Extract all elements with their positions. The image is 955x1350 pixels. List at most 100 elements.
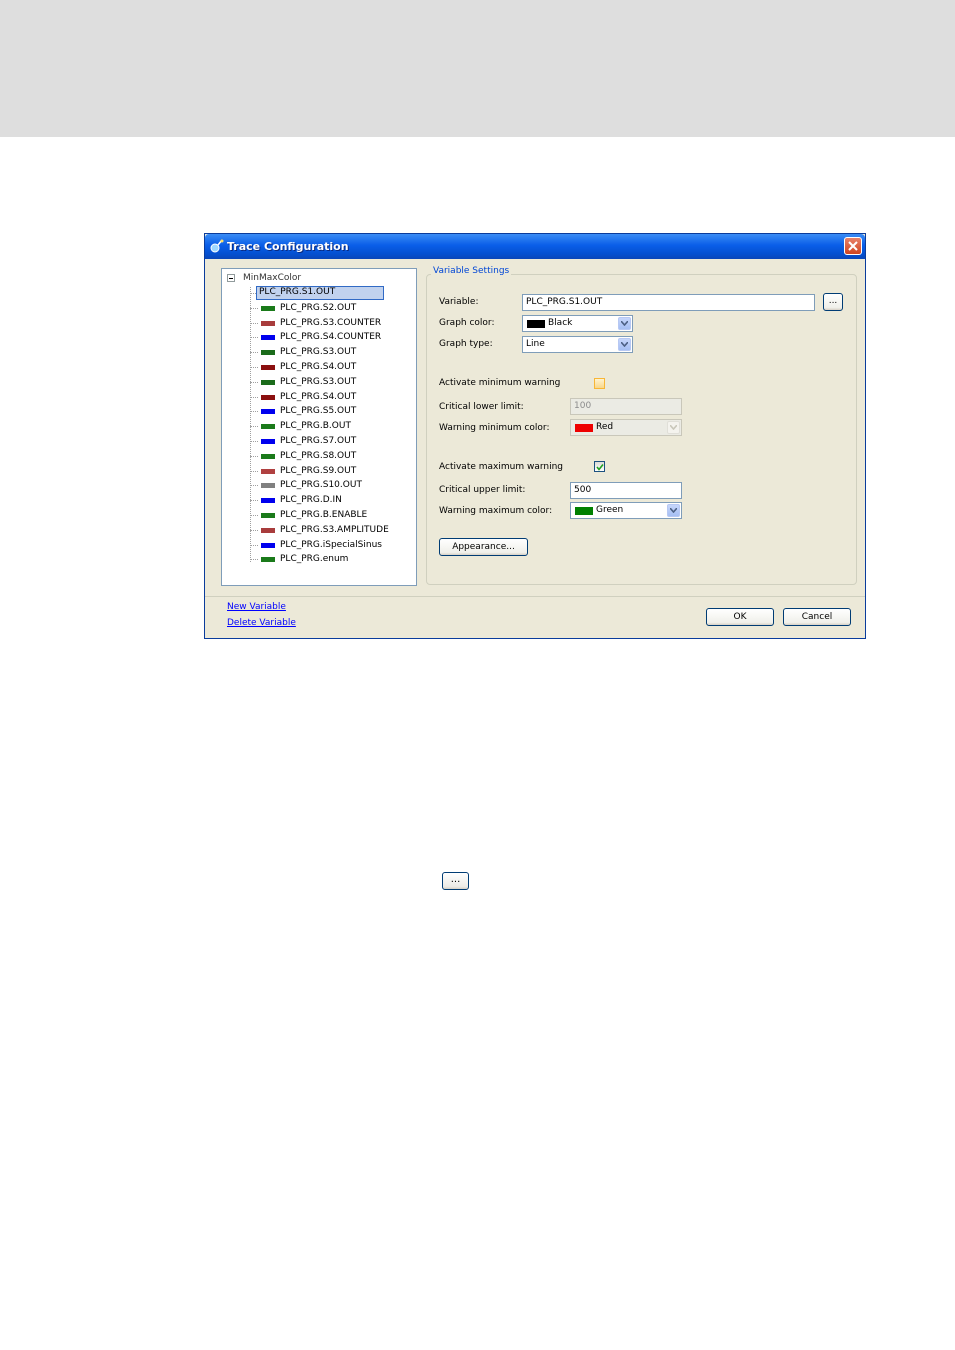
- tree-root-label: MinMaxColor: [243, 273, 302, 283]
- dropdown-arrow-icon[interactable]: [667, 421, 680, 434]
- tree-connector: [250, 544, 258, 546]
- min-color-label: Warning minimum color:: [439, 423, 550, 433]
- lower-limit-label: Critical lower limit:: [439, 402, 524, 412]
- min-warning-checkbox[interactable]: [594, 378, 605, 389]
- tree-item[interactable]: PLC_PRG.S3.AMPLITUDE: [250, 524, 430, 537]
- lower-limit-field[interactable]: 100: [570, 398, 682, 415]
- tree-connector: [250, 337, 258, 339]
- tree-connector: [250, 411, 258, 413]
- tree-connector: [250, 500, 258, 502]
- color-swatch: [261, 527, 275, 533]
- tree-item[interactable]: PLC_PRG.S7.OUT: [250, 435, 430, 448]
- color-swatch: [261, 468, 275, 474]
- tree-connector: [250, 287, 251, 562]
- max-color-select[interactable]: Green: [570, 502, 682, 519]
- tree-item-label: PLC_PRG.S3.AMPLITUDE: [280, 524, 389, 535]
- tree-connector: [250, 470, 258, 472]
- tree-item[interactable]: PLC_PRG.S8.OUT: [250, 450, 430, 463]
- upper-limit-field[interactable]: 500: [570, 482, 682, 499]
- tree-item[interactable]: PLC_PRG.S5.OUT: [250, 405, 430, 418]
- graph-color-swatch: [527, 320, 545, 328]
- tree-item-label: PLC_PRG.S7.OUT: [280, 436, 357, 446]
- collapse-icon[interactable]: [227, 274, 235, 282]
- color-swatch: [261, 409, 275, 415]
- min-warning-label: Activate minimum warning: [439, 378, 561, 388]
- color-swatch: [261, 320, 275, 326]
- variable-settings-legend: Variable Settings: [431, 266, 512, 276]
- tree-item-label: PLC_PRG.S3.OUT: [280, 347, 357, 358]
- tree-connector: [250, 441, 258, 442]
- color-swatch: [261, 424, 275, 430]
- tree-item-label: PLC_PRG.S3.COUNTER: [280, 317, 382, 328]
- tree-connector: [250, 485, 258, 487]
- trace-icon: [210, 239, 224, 253]
- color-swatch: [261, 542, 275, 548]
- tree-item[interactable]: PLC_PRG.S3.COUNTER: [250, 317, 430, 330]
- color-swatch: [261, 365, 275, 370]
- browse-variable-button[interactable]: ...: [823, 293, 843, 311]
- max-warning-checkbox[interactable]: [594, 461, 605, 472]
- tree-item-label: PLC_PRG.B.ENABLE: [280, 510, 368, 520]
- graph-color-value: Black: [548, 318, 573, 328]
- tree-connector: [250, 352, 258, 354]
- tree-item[interactable]: PLC_PRG.S3.OUT: [250, 376, 430, 389]
- tree-item-label: PLC_PRG.S4.OUT: [280, 362, 357, 372]
- cancel-button[interactable]: Cancel: [783, 608, 851, 626]
- tree-item[interactable]: PLC_PRG.B.ENABLE: [250, 509, 430, 522]
- tree-item[interactable]: PLC_PRG.enum: [250, 553, 430, 566]
- dropdown-arrow-icon[interactable]: [667, 504, 680, 517]
- tree-item-label: PLC_PRG.S10.OUT: [280, 480, 362, 491]
- delete-variable-link[interactable]: Delete Variable: [227, 618, 296, 628]
- tree-item-label: PLC_PRG.S4.OUT: [280, 391, 357, 402]
- dropdown-arrow-icon[interactable]: [618, 317, 631, 330]
- variable-label: Variable:: [439, 297, 479, 307]
- tree-item[interactable]: PLC_PRG.D.IN: [250, 494, 430, 507]
- min-color-value: Red: [596, 422, 614, 432]
- tree-item-label: PLC_PRG.enum: [280, 554, 349, 565]
- tree-connector: [250, 381, 258, 383]
- tree-connector: [250, 529, 258, 531]
- tree-item[interactable]: PLC_PRG.S4.COUNTER: [250, 331, 430, 344]
- tree-connector: [250, 322, 258, 324]
- tree-connector: [250, 367, 258, 368]
- graph-color-label: Graph color:: [439, 318, 495, 328]
- lower-limit-value: 100: [574, 401, 592, 411]
- tree-item[interactable]: PLC_PRG.iSpecialSinus: [250, 539, 430, 552]
- tree-item[interactable]: PLC_PRG.S1.OUT: [250, 286, 430, 300]
- variable-field[interactable]: PLC_PRG.S1.OUT: [522, 294, 815, 311]
- appearance-button[interactable]: Appearance...: [439, 538, 528, 556]
- graph-type-select[interactable]: Line: [522, 336, 633, 353]
- tree-connector: [250, 559, 258, 561]
- dialog-title: Trace Configuration: [227, 240, 349, 253]
- graph-color-select[interactable]: Black: [522, 315, 633, 332]
- tree-connector: [250, 515, 258, 516]
- title-bar[interactable]: Trace Configuration: [205, 234, 865, 259]
- close-icon: [848, 241, 858, 251]
- tree-item[interactable]: PLC_PRG.S2.OUT: [250, 302, 430, 315]
- graph-type-value: Line: [526, 339, 545, 349]
- tree-item-label: PLC_PRG.S5.OUT: [280, 406, 357, 417]
- ok-button[interactable]: OK: [706, 608, 774, 626]
- tree-connector: [250, 426, 258, 428]
- tree-item[interactable]: PLC_PRG.B.OUT: [250, 420, 430, 433]
- tree-item[interactable]: PLC_PRG.S4.OUT: [250, 361, 430, 374]
- dropdown-arrow-icon[interactable]: [618, 338, 631, 351]
- tree-item[interactable]: PLC_PRG.S3.OUT: [250, 346, 430, 359]
- min-color-select[interactable]: Red: [570, 419, 682, 436]
- color-swatch: [261, 498, 275, 504]
- tree-item[interactable]: PLC_PRG.S10.OUT: [250, 479, 430, 492]
- tree-item-label: PLC_PRG.S3.OUT: [280, 376, 357, 387]
- color-swatch: [261, 557, 275, 563]
- tree-connector: [250, 396, 258, 398]
- close-button[interactable]: [844, 237, 862, 255]
- tree-connector: [250, 307, 258, 309]
- tree-item[interactable]: PLC_PRG.S9.OUT: [250, 465, 430, 478]
- checkmark-icon: [596, 464, 604, 471]
- color-swatch: [261, 350, 275, 356]
- max-color-value: Green: [596, 505, 624, 515]
- tree-item-label: PLC_PRG.S4.COUNTER: [280, 332, 382, 343]
- variable-tree[interactable]: MinMaxColor PLC_PRG.S1.OUT PLC_PRG.S2.OUT…: [221, 268, 417, 586]
- new-variable-link[interactable]: New Variable: [227, 602, 286, 612]
- color-swatch: [261, 379, 275, 385]
- tree-item[interactable]: PLC_PRG.S4.OUT: [250, 391, 430, 404]
